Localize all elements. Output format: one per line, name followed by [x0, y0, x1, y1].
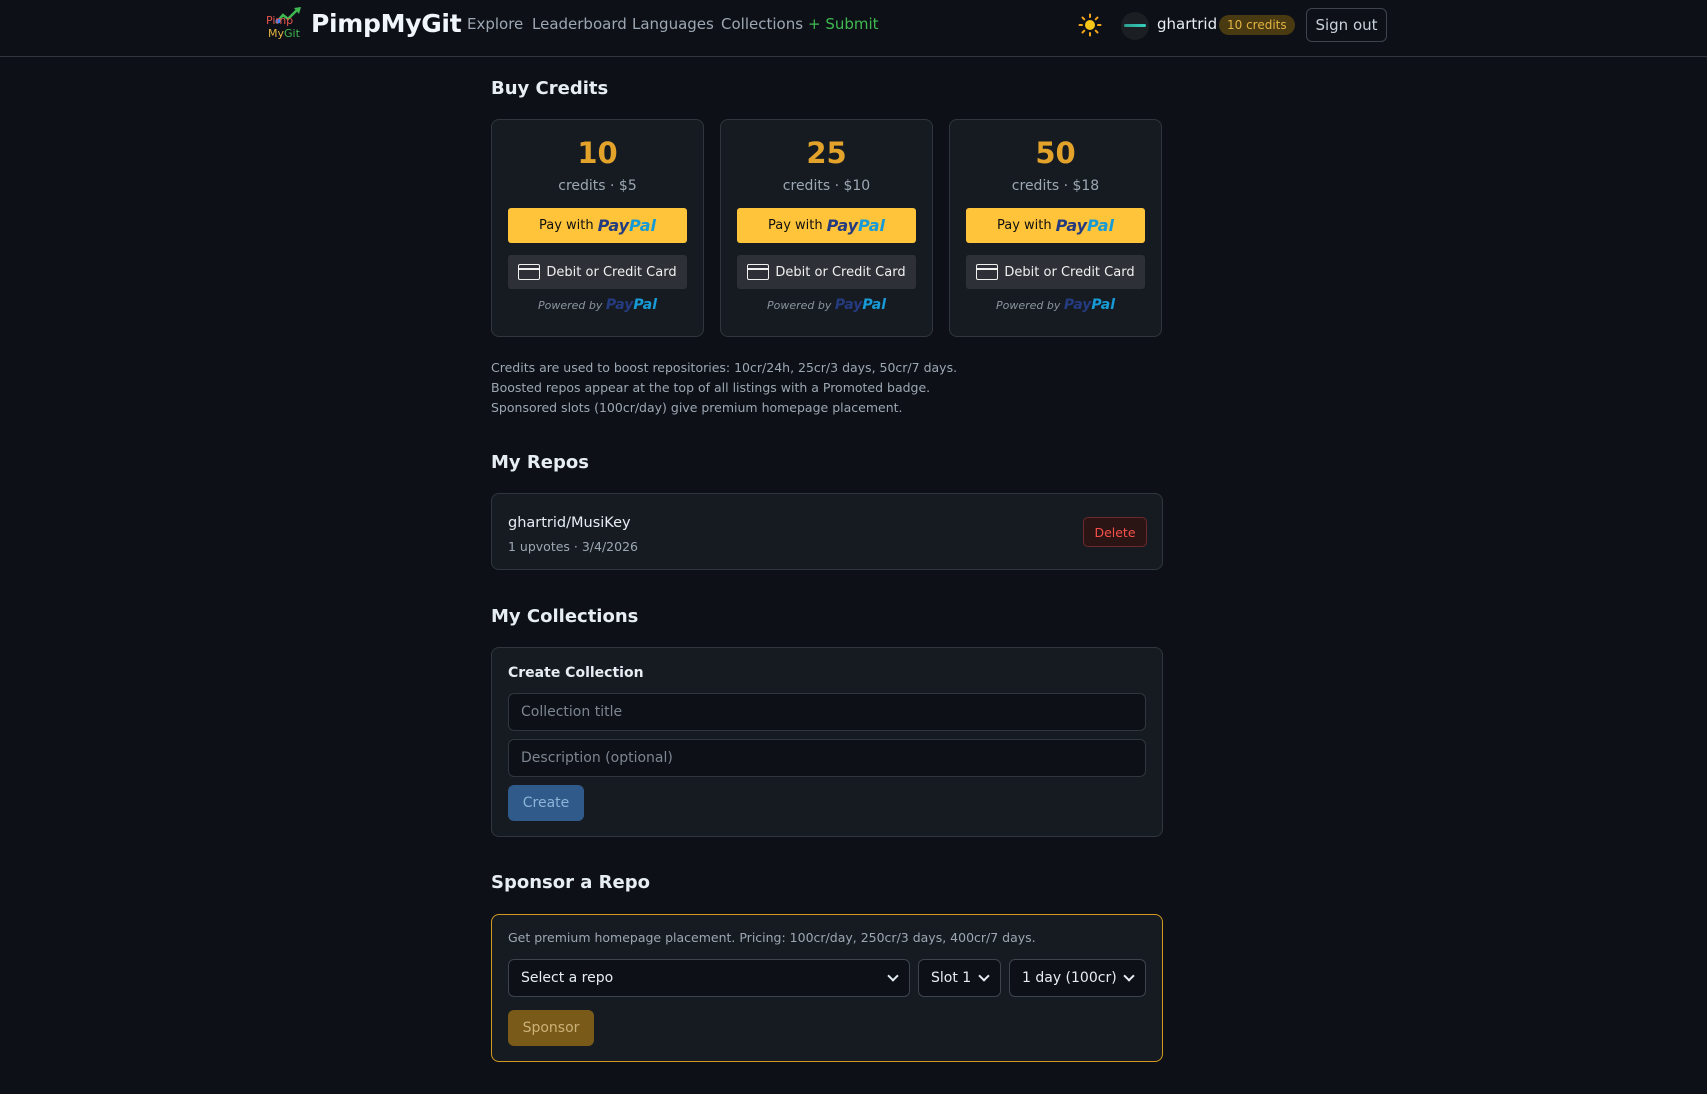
chevron-down-icon [1123, 970, 1135, 982]
credit-amount: 25 [806, 136, 847, 170]
credits-info: Credits are used to boost repositories: … [491, 358, 957, 418]
nav-submit[interactable]: + Submit [808, 15, 879, 33]
logo-text-git: Git [284, 27, 300, 40]
my-repos-title: My Repos [491, 452, 589, 473]
debit-credit-card-button[interactable]: Debit or Credit Card [508, 255, 687, 289]
slot-select[interactable]: Slot 1 [918, 959, 1001, 997]
pay-with-label: Pay with [767, 218, 823, 233]
repo-select-value: Select a repo [521, 970, 614, 986]
credits-badge: 10 credits [1219, 15, 1295, 35]
repo-card: ghartrid/MusiKey 1 upvotes · 3/4/2026 De… [491, 493, 1163, 570]
credits-info-line: Boosted repos appear at the top of all l… [491, 380, 931, 395]
avatar-image [1124, 24, 1146, 27]
debit-credit-card-button[interactable]: Debit or Credit Card [966, 255, 1145, 289]
create-collection-button[interactable]: Create [508, 785, 584, 821]
sun-icon[interactable] [1078, 13, 1102, 37]
credit-price: credits · $5 [558, 178, 637, 194]
paypal-logo-icon: PayPal [1063, 297, 1116, 313]
powered-by-paypal: Powered by PayPal [995, 297, 1116, 313]
pay-with-label: Pay with [538, 218, 594, 233]
pay-with-label: Pay with [996, 218, 1052, 233]
credits-info-line: Sponsored slots (100cr/day) give premium… [491, 400, 903, 415]
username[interactable]: ghartrid [1157, 15, 1217, 33]
credit-amount: 50 [1035, 136, 1076, 170]
buy-credits-title: Buy Credits [491, 78, 609, 99]
avatar[interactable] [1121, 12, 1149, 40]
duration-select-value: 1 day (100cr) [1022, 970, 1117, 986]
card-button-label: Debit or Credit Card [775, 264, 906, 280]
sponsor-repo-title: Sponsor a Repo [491, 872, 650, 893]
credit-package-card: 25 credits · $10 Pay with PayPal Debit or… [720, 119, 933, 337]
chevron-down-icon [887, 970, 899, 982]
credit-card-icon [747, 264, 770, 280]
credit-price: credits · $18 [1011, 178, 1100, 194]
sponsor-button[interactable]: Sponsor [508, 1010, 594, 1046]
credits-info-line: Credits are used to boost repositories: … [491, 360, 958, 375]
credit-package-card: 50 credits · $18 Pay with PayPal Debit or… [949, 119, 1162, 337]
duration-select[interactable]: 1 day (100cr) [1009, 959, 1146, 997]
paypal-button[interactable]: Pay with PayPal [966, 208, 1145, 243]
paypal-logo-icon: PayPal [605, 297, 658, 313]
credit-card-icon [976, 264, 999, 280]
repo-name[interactable]: ghartrid/MusiKey [508, 515, 631, 531]
credit-card-icon [518, 264, 541, 280]
powered-by-paypal: Powered by PayPal [766, 297, 887, 313]
top-navbar: Pimp MyGit PimpMyGit Explore Leaderboard… [0, 0, 1707, 57]
slot-select-value: Slot 1 [931, 970, 972, 986]
sponsor-card: Get premium homepage placement. Pricing:… [491, 914, 1163, 1062]
sponsor-description: Get premium homepage placement. Pricing:… [508, 930, 1036, 945]
nav-explore[interactable]: Explore [467, 15, 523, 33]
credit-package-card: 10 credits · $5 Pay with PayPal Debit or … [491, 119, 704, 337]
logo-text-mygit: MyGit [268, 28, 300, 40]
collection-title-input[interactable] [508, 693, 1146, 731]
collection-description-input[interactable] [508, 739, 1146, 777]
brand-title[interactable]: PimpMyGit [311, 9, 462, 38]
sign-out-button[interactable]: Sign out [1306, 8, 1387, 42]
debit-credit-card-button[interactable]: Debit or Credit Card [737, 255, 916, 289]
logo-text-my: My [268, 27, 285, 40]
logo-text-pimp: Pimp [266, 14, 294, 27]
paypal-logo-icon: PayPal [834, 297, 887, 313]
logo[interactable]: Pimp MyGit [266, 6, 304, 44]
repo-meta: 1 upvotes · 3/4/2026 [508, 539, 638, 554]
my-collections-title: My Collections [491, 606, 639, 627]
paypal-button[interactable]: Pay with PayPal [508, 208, 687, 243]
delete-repo-button[interactable]: Delete [1083, 517, 1147, 547]
create-collection-card: Create Collection Create [491, 647, 1163, 837]
nav-languages[interactable]: Languages [632, 15, 714, 33]
chevron-down-icon [978, 970, 990, 982]
credit-amount: 10 [577, 136, 618, 170]
powered-by-paypal: Powered by PayPal [537, 297, 658, 313]
paypal-logo-icon: PayPal [597, 216, 657, 235]
nav-collections[interactable]: Collections [721, 15, 803, 33]
card-button-label: Debit or Credit Card [546, 264, 677, 280]
create-collection-label: Create Collection [508, 665, 644, 681]
credit-price: credits · $10 [782, 178, 871, 194]
repo-select[interactable]: Select a repo [508, 959, 910, 997]
paypal-logo-icon: PayPal [826, 216, 886, 235]
paypal-button[interactable]: Pay with PayPal [737, 208, 916, 243]
paypal-logo-icon: PayPal [1055, 216, 1115, 235]
card-button-label: Debit or Credit Card [1004, 264, 1135, 280]
nav-leaderboard[interactable]: Leaderboard [532, 15, 627, 33]
